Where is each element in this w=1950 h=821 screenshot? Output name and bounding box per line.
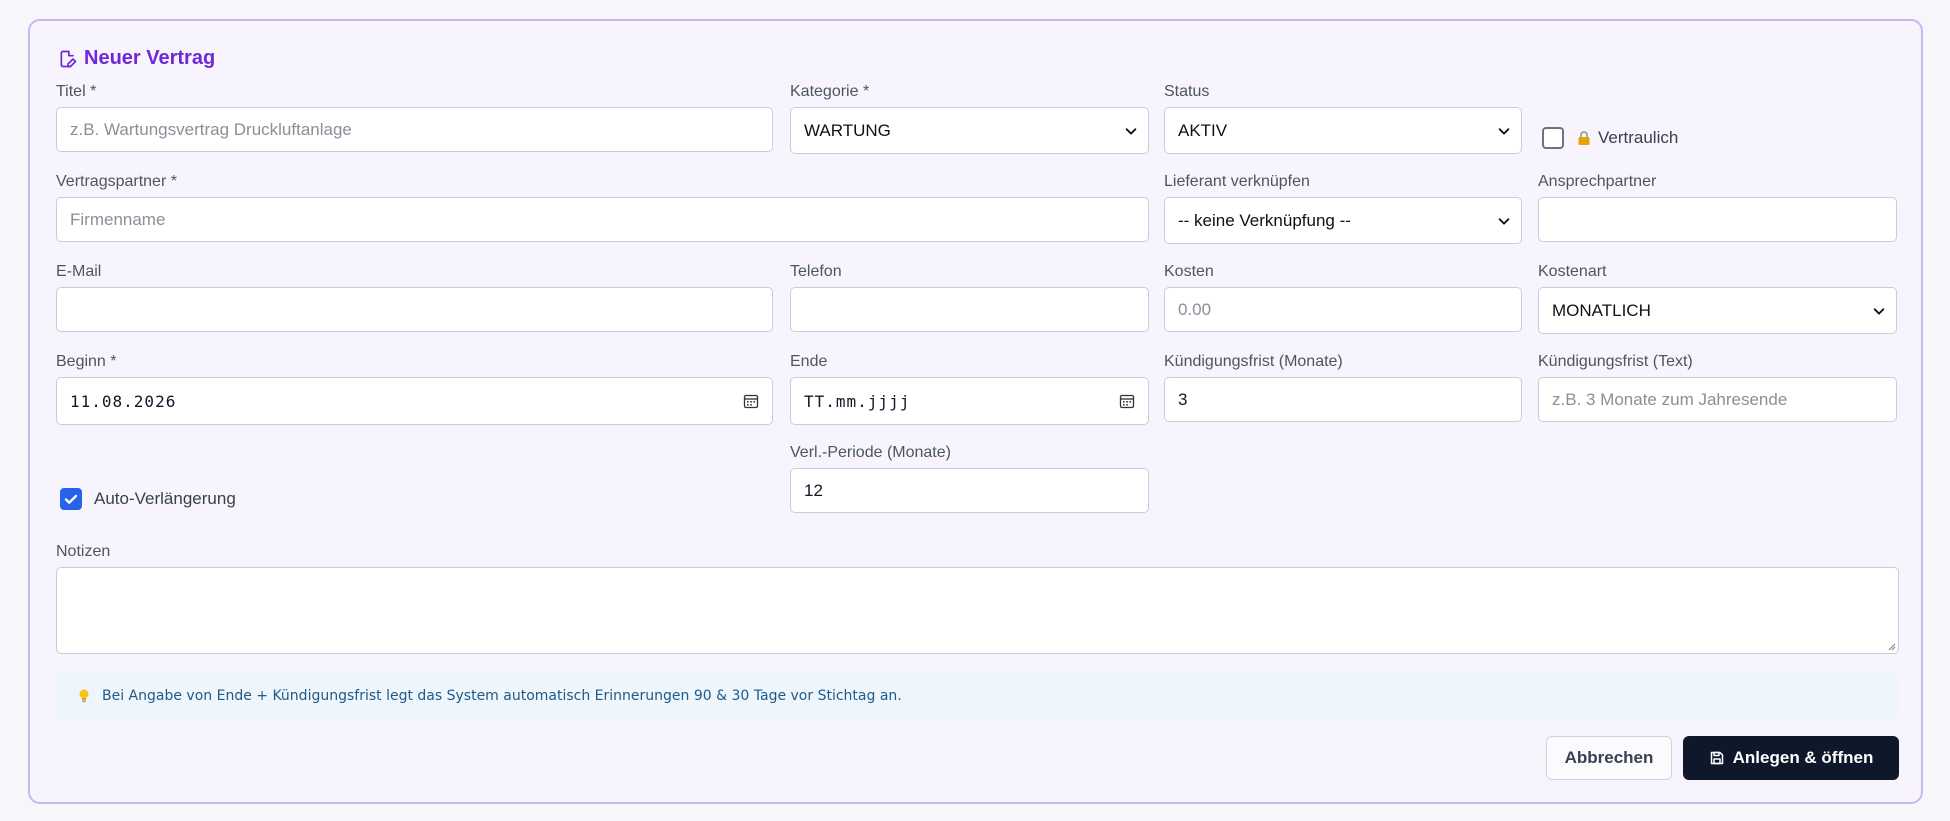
status-value: AKTIV (1178, 120, 1228, 140)
kategorie-field: Kategorie * WARTUNG (790, 83, 1149, 163)
ende-field: Ende TT.mm.jjjj (790, 353, 1149, 433)
kostenart-label: Kostenart (1538, 263, 1607, 280)
kostenart-select[interactable]: MONATLICH (1538, 287, 1897, 334)
kosten-label: Kosten (1164, 263, 1214, 280)
verl-periode-field: Verl.-Periode (Monate) 12 (790, 444, 1149, 524)
kosten-input[interactable]: 0.00 (1164, 287, 1522, 332)
email-input[interactable] (56, 287, 773, 332)
beginn-date-input[interactable]: 11.08.2026 (56, 377, 773, 425)
lightbulb-icon (79, 689, 89, 703)
kosten-placeholder: 0.00 (1178, 299, 1212, 319)
email-field: E-Mail (56, 263, 773, 343)
vertraulich-label-wrap: Vertraulich (1576, 128, 1678, 148)
verl-periode-value: 12 (804, 480, 823, 500)
ende-date-input[interactable]: TT.mm.jjjj (790, 377, 1149, 425)
lieferant-field: Lieferant verknüpfen -- keine Verknüpfun… (1164, 173, 1522, 253)
kuendigungsfrist-monate-label: Kündigungsfrist (Monate) (1164, 353, 1343, 370)
ansprechpartner-label: Ansprechpartner (1538, 173, 1657, 190)
verl-periode-label: Verl.-Periode (Monate) (790, 444, 951, 461)
ende-label: Ende (790, 353, 828, 370)
notizen-field: Notizen (56, 543, 1899, 655)
telefon-input[interactable] (790, 287, 1149, 332)
vertragspartner-placeholder: Firmenname (70, 209, 166, 229)
vertragspartner-label: Vertragspartner * (56, 173, 177, 190)
kosten-field: Kosten 0.00 (1164, 263, 1522, 343)
chevron-down-icon (1873, 307, 1885, 315)
kuendigungsfrist-text-placeholder: z.B. 3 Monate zum Jahresende (1552, 389, 1788, 409)
notizen-label: Notizen (56, 543, 111, 560)
kategorie-label: Kategorie * (790, 83, 870, 100)
reminder-hint-text: Bei Angabe von Ende + Kündigungsfrist le… (102, 688, 902, 704)
lieferant-select[interactable]: -- keine Verknüpfung -- (1164, 197, 1522, 244)
kuendigungsfrist-text-field: Kündigungsfrist (Text) z.B. 3 Monate zum… (1538, 353, 1897, 433)
auto-verlaengerung-checkbox[interactable] (60, 488, 82, 510)
chevron-down-icon (1498, 217, 1510, 225)
cancel-button[interactable]: Abbrechen (1546, 736, 1672, 780)
notizen-textarea[interactable] (56, 567, 1899, 654)
kategorie-select[interactable]: WARTUNG (790, 107, 1149, 154)
vertragspartner-field: Vertragspartner * Firmenname (56, 173, 1149, 253)
chevron-down-icon (1498, 127, 1510, 135)
form-title: Neuer Vertrag (58, 47, 215, 70)
lock-icon (1578, 131, 1590, 145)
resize-handle-icon[interactable] (1886, 641, 1896, 651)
new-contract-form: Neuer Vertrag Titel * z.B. Wartungsvertr… (28, 19, 1923, 804)
vertraulich-label: Vertraulich (1598, 128, 1679, 147)
telefon-field: Telefon (790, 263, 1149, 343)
beginn-label: Beginn * (56, 353, 117, 370)
titel-label: Titel * (56, 83, 97, 100)
cancel-button-label: Abbrechen (1564, 748, 1654, 767)
status-field: Status AKTIV (1164, 83, 1522, 163)
ende-value: TT.mm.jjjj (804, 391, 911, 411)
chevron-down-icon (1125, 127, 1137, 135)
save-icon (1710, 751, 1723, 765)
kuendigungsfrist-monate-value: 3 (1178, 389, 1188, 409)
vertraulich-option[interactable]: Vertraulich (1542, 127, 1678, 149)
beginn-value: 11.08.2026 (70, 391, 177, 411)
kuendigungsfrist-text-input[interactable]: z.B. 3 Monate zum Jahresende (1538, 377, 1897, 422)
edit-document-icon (60, 50, 77, 67)
lieferant-value: -- keine Verknüpfung -- (1178, 210, 1351, 230)
telefon-label: Telefon (790, 263, 842, 280)
ansprechpartner-input[interactable] (1538, 197, 1897, 242)
verl-periode-input[interactable]: 12 (790, 468, 1149, 513)
vertraulich-checkbox[interactable] (1542, 127, 1564, 149)
kostenart-value: MONATLICH (1552, 300, 1651, 320)
ansprechpartner-field: Ansprechpartner (1538, 173, 1897, 253)
kostenart-field: Kostenart MONATLICH (1538, 263, 1897, 343)
titel-placeholder: z.B. Wartungsvertrag Druckluftanlage (70, 119, 352, 139)
calendar-icon[interactable] (743, 393, 759, 409)
create-and-open-button[interactable]: Anlegen & öffnen (1683, 736, 1899, 780)
kuendigungsfrist-text-label: Kündigungsfrist (Text) (1538, 353, 1693, 370)
form-title-text: Neuer Vertrag (84, 47, 216, 69)
kategorie-value: WARTUNG (804, 120, 891, 140)
beginn-field: Beginn * 11.08.2026 (56, 353, 773, 433)
checkmark-icon (64, 494, 78, 504)
kuendigungsfrist-monate-field: Kündigungsfrist (Monate) 3 (1164, 353, 1522, 433)
status-select[interactable]: AKTIV (1164, 107, 1522, 154)
create-and-open-button-label: Anlegen & öffnen (1732, 748, 1874, 767)
auto-verlaengerung-option[interactable]: Auto-Verlängerung (60, 488, 236, 510)
kuendigungsfrist-monate-input[interactable]: 3 (1164, 377, 1522, 422)
reminder-hint: Bei Angabe von Ende + Kündigungsfrist le… (56, 673, 1899, 719)
email-label: E-Mail (56, 263, 102, 280)
titel-field: Titel * z.B. Wartungsvertrag Druckluftan… (56, 83, 773, 163)
titel-input[interactable]: z.B. Wartungsvertrag Druckluftanlage (56, 107, 773, 152)
auto-verlaengerung-label: Auto-Verlängerung (94, 489, 236, 508)
status-label: Status (1164, 83, 1210, 100)
calendar-icon[interactable] (1119, 393, 1135, 409)
lieferant-label: Lieferant verknüpfen (1164, 173, 1310, 190)
vertragspartner-input[interactable]: Firmenname (56, 197, 1149, 242)
